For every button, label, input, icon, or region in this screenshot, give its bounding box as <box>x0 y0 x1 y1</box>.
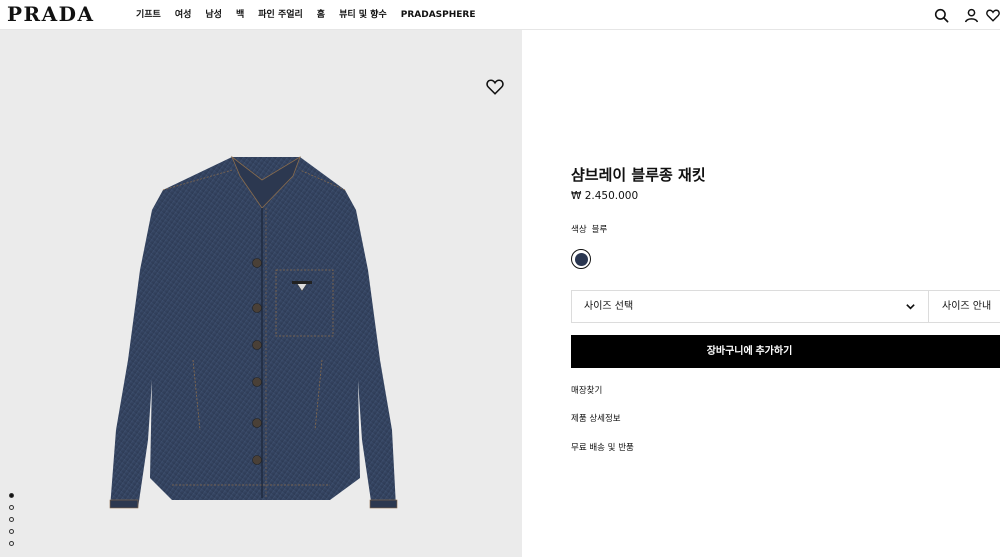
nav-item-home[interactable]: 홈 <box>317 0 325 30</box>
nav-item-men[interactable]: 남성 <box>205 0 222 30</box>
size-guide-label: 사이즈 안내 <box>942 301 992 312</box>
image-dot-1[interactable] <box>9 493 14 498</box>
product-info-panel: 샴브레이 블루종 재킷 ₩ 2.450.000 색상 블루 사이즈 선택 사이즈 … <box>571 0 1000 557</box>
image-dot-2[interactable] <box>9 505 14 510</box>
nav-item-fine-jewelry[interactable]: 파인 주얼리 <box>258 0 303 30</box>
product-price: ₩ 2.450.000 <box>571 190 639 202</box>
nav-item-women[interactable]: 여성 <box>175 0 192 30</box>
image-dot-5[interactable] <box>9 541 14 546</box>
size-select-label: 사이즈 선택 <box>584 301 634 312</box>
color-label: 색상 <box>571 225 587 235</box>
shipping-returns-link[interactable]: 무료 배송 및 반품 <box>571 441 634 453</box>
prada-logo[interactable]: PRADA <box>7 3 95 25</box>
image-dot-3[interactable] <box>9 517 14 522</box>
nav-item-bags[interactable]: 백 <box>236 0 244 30</box>
size-select-dropdown[interactable]: 사이즈 선택 <box>571 290 928 323</box>
color-value: 블루 <box>591 225 608 235</box>
add-to-cart-label: 장바구니에 추가하기 <box>706 346 793 357</box>
color-swatch-blue[interactable] <box>571 249 591 269</box>
image-dot-4[interactable] <box>9 529 14 534</box>
product-image-gallery[interactable] <box>0 30 522 557</box>
add-to-cart-button[interactable]: 장바구니에 추가하기 <box>571 335 1000 368</box>
swatch-fill <box>574 252 588 266</box>
nav-item-pradasphere[interactable]: PRADASPHERE <box>401 0 476 30</box>
nav-item-gift[interactable]: 기프트 <box>136 0 161 30</box>
product-details-link[interactable]: 제품 상세정보 <box>571 412 621 424</box>
nav-item-beauty[interactable]: 뷰티 및 향수 <box>339 0 387 30</box>
add-to-wishlist-heart-icon[interactable] <box>486 78 504 96</box>
chevron-down-icon <box>906 304 915 310</box>
main-nav: 기프트 여성 남성 백 파인 주얼리 홈 뷰티 및 향수 PRADASPHERE <box>136 0 490 30</box>
image-pagination <box>9 493 15 553</box>
product-title: 샴브레이 블루종 재킷 <box>571 166 706 184</box>
store-locator-link[interactable]: 매장찾기 <box>571 384 602 396</box>
color-row: 색상 블루 <box>571 223 607 235</box>
size-guide-button[interactable]: 사이즈 안내 <box>928 290 1000 323</box>
product-image-jacket <box>109 155 398 509</box>
